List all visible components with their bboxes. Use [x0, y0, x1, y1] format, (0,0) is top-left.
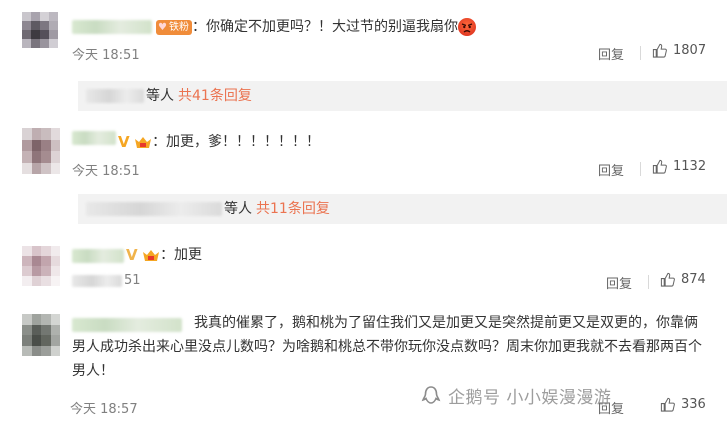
- fan-badge: ♥ 铁粉: [156, 19, 192, 35]
- reply-button[interactable]: 回复: [598, 160, 624, 179]
- view-replies-link[interactable]: 共11条回复: [256, 194, 330, 224]
- like-button[interactable]: 1807: [652, 43, 706, 58]
- crown-icon: [142, 248, 160, 263]
- reply-button[interactable]: 回复: [606, 273, 632, 292]
- comment-time: 51: [124, 273, 141, 288]
- like-count: 1807: [673, 43, 707, 58]
- like-button[interactable]: 874: [660, 272, 706, 287]
- comment-text: 我真的催累了，鹅和桃为了留住我们又是加更又是突然提前更又是双更的，你靠俩男人成功…: [72, 315, 702, 379]
- sub-replies-prefix: 等人: [224, 201, 252, 217]
- watermark: 企鹅号 小小娱漫漫游: [420, 383, 611, 408]
- thumb-up-icon: [652, 43, 667, 58]
- like-count: 874: [681, 272, 706, 287]
- avatar[interactable]: [22, 12, 58, 48]
- reply-button[interactable]: 回复: [598, 44, 624, 63]
- vip-v-icon: V: [126, 246, 138, 264]
- time-blur: [72, 275, 122, 287]
- like-button[interactable]: 336: [660, 397, 706, 412]
- divider: [648, 275, 649, 289]
- sub-replies-bar: 等人 共11条回复: [78, 194, 727, 224]
- comment-text: ♥ 铁粉 ：你确定不加更吗？！大过节的别逼我扇你: [156, 17, 476, 37]
- avatar[interactable]: [22, 128, 60, 174]
- avatar[interactable]: [22, 314, 60, 356]
- like-count: 1132: [673, 159, 707, 174]
- divider: [640, 46, 641, 60]
- thumb-up-icon: [652, 159, 667, 174]
- penguin-logo-icon: [421, 385, 441, 404]
- comment-time: 今天 18:57: [70, 402, 138, 417]
- watermark-text: 企鹅号 小小娱漫漫游: [448, 388, 612, 408]
- username[interactable]: [72, 131, 116, 145]
- comment-text: V ：加更: [126, 246, 203, 264]
- comment-time: 今天 18:51: [72, 164, 140, 179]
- thumb-up-icon: [660, 397, 675, 412]
- view-replies-link[interactable]: 共41条回复: [178, 81, 252, 111]
- vip-v-icon: V: [118, 133, 130, 151]
- sub-replies-prefix: 等人: [146, 88, 174, 104]
- divider: [640, 162, 641, 176]
- username[interactable]: [72, 249, 124, 263]
- comment-text: V ：加更，爹！！！！！！！: [118, 133, 321, 151]
- angry-emoji-icon: [457, 18, 476, 36]
- comment-time: 今天 18:51: [72, 48, 140, 63]
- sub-replies-bar: 等人 共41条回复: [78, 81, 727, 111]
- sub-reply-users[interactable]: [86, 89, 144, 103]
- username[interactable]: [72, 20, 152, 34]
- like-button[interactable]: 1132: [652, 159, 706, 174]
- sub-reply-users[interactable]: [86, 202, 222, 216]
- thumb-up-icon: [660, 272, 675, 287]
- crown-icon: [134, 135, 152, 150]
- like-count: 336: [681, 397, 706, 412]
- avatar[interactable]: [22, 246, 60, 286]
